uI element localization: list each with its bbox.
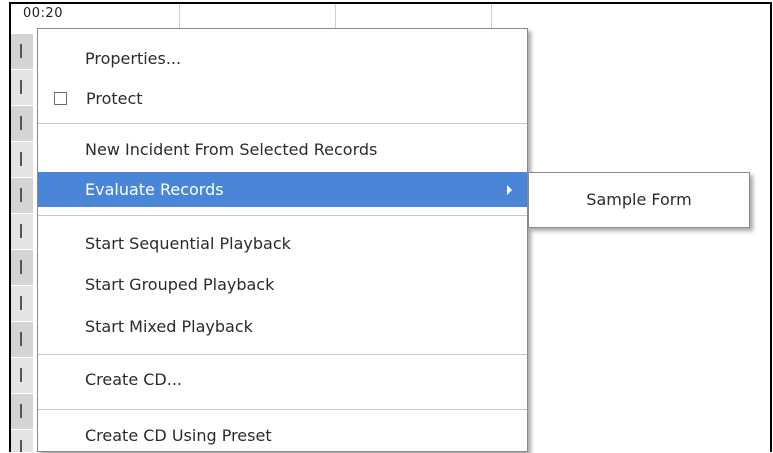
evaluate-records-submenu: Sample Form [528,172,750,228]
timeline-row[interactable] [11,106,33,142]
menu-item-label: Start Grouped Playback [85,275,275,294]
record-marker [20,152,22,166]
timeline-row[interactable] [11,214,33,250]
timeline-row[interactable] [11,394,33,430]
record-marker [20,368,22,382]
menu-item-start-grouped-playback[interactable]: Start Grouped Playback [38,267,527,302]
timeline-row[interactable] [11,178,33,214]
timeline-row[interactable] [11,430,33,452]
record-marker [20,224,22,238]
menu-item-label: Create CD Using Preset [85,426,272,445]
menu-item-properties[interactable]: Properties... [38,41,527,76]
menu-item-evaluate-records[interactable]: Evaluate Records [38,172,527,207]
record-marker [20,44,22,58]
timeline-row[interactable] [11,142,33,178]
menu-item-protect[interactable]: Protect [38,81,527,116]
menu-item-label: New Incident From Selected Records [85,140,378,159]
record-marker [20,332,22,346]
timeline-row[interactable] [11,34,33,70]
menu-item-label: Properties... [85,49,182,68]
menu-separator [38,354,527,355]
menu-item-label: Evaluate Records [85,180,224,199]
record-marker [20,260,22,274]
menu-separator [38,123,527,124]
submenu-item-sample-form[interactable]: Sample Form [529,183,749,217]
menu-item-label: Start Sequential Playback [85,234,291,253]
menu-item-label: Create CD... [85,370,182,389]
timeline-row[interactable] [11,70,33,106]
record-marker [20,80,22,94]
timeline-row[interactable] [11,322,33,358]
menu-item-new-incident[interactable]: New Incident From Selected Records [38,132,527,167]
record-marker [20,404,22,418]
menu-item-create-cd[interactable]: Create CD... [38,362,527,397]
protect-checkbox[interactable] [54,92,67,105]
submenu-arrow-icon [507,185,512,195]
timeline-row[interactable] [11,358,33,394]
menu-separator [38,215,527,216]
timeline-row[interactable] [11,286,33,322]
menu-item-create-cd-using-preset[interactable]: Create CD Using Preset [38,418,527,453]
record-marker [20,188,22,202]
menu-item-start-sequential-playback[interactable]: Start Sequential Playback [38,226,527,261]
record-marker [20,296,22,310]
time-label: 00:20 [23,6,63,21]
menu-separator [38,409,527,410]
record-marker [20,440,22,452]
menu-item-label: Start Mixed Playback [85,317,253,336]
submenu-item-label: Sample Form [586,190,692,209]
context-menu: Properties... Protect New Incident From … [37,28,528,452]
menu-item-label: Protect [86,89,143,108]
record-marker [20,116,22,130]
timeline-row[interactable] [11,250,33,286]
menu-item-start-mixed-playback[interactable]: Start Mixed Playback [38,309,527,344]
